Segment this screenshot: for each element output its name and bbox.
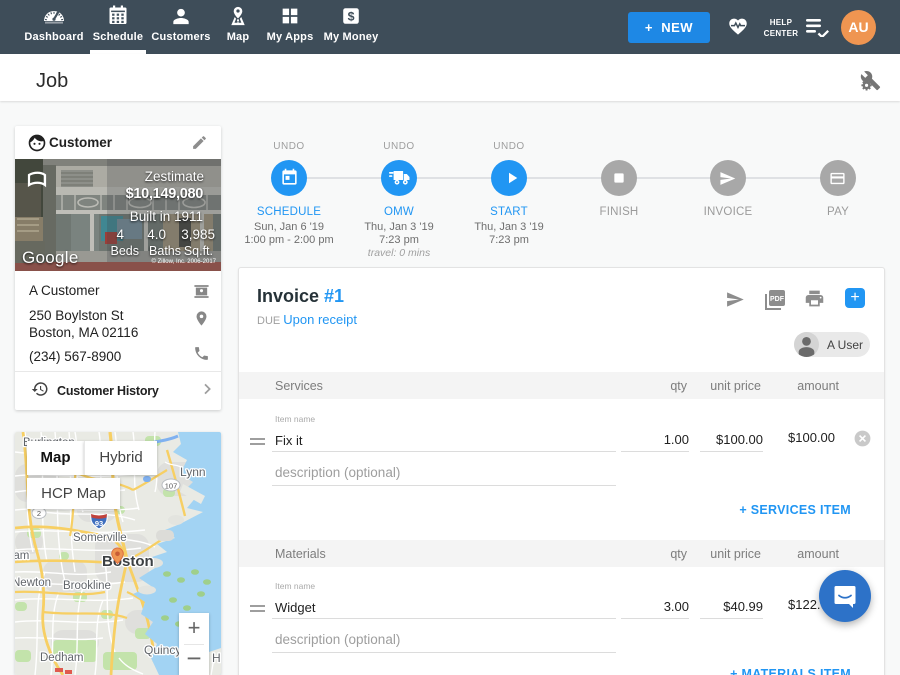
svg-text:$: $ (348, 10, 355, 24)
svg-text:ham: ham (15, 550, 29, 562)
svg-text:Hi: Hi (212, 651, 221, 665)
svg-text:Dedham: Dedham (40, 652, 83, 664)
svg-text:Quincy: Quincy (144, 643, 181, 657)
svg-text:2: 2 (37, 509, 41, 518)
svg-text:107: 107 (165, 482, 178, 491)
svg-text:Boston: Boston (102, 553, 154, 570)
svg-text:Brookline: Brookline (63, 580, 111, 592)
svg-text:93: 93 (95, 519, 103, 528)
svg-text:Somerville: Somerville (73, 532, 127, 544)
svg-text:Newton: Newton (15, 577, 51, 589)
svg-text:Lynn: Lynn (180, 465, 206, 479)
svg-text:PDF: PDF (770, 296, 785, 303)
